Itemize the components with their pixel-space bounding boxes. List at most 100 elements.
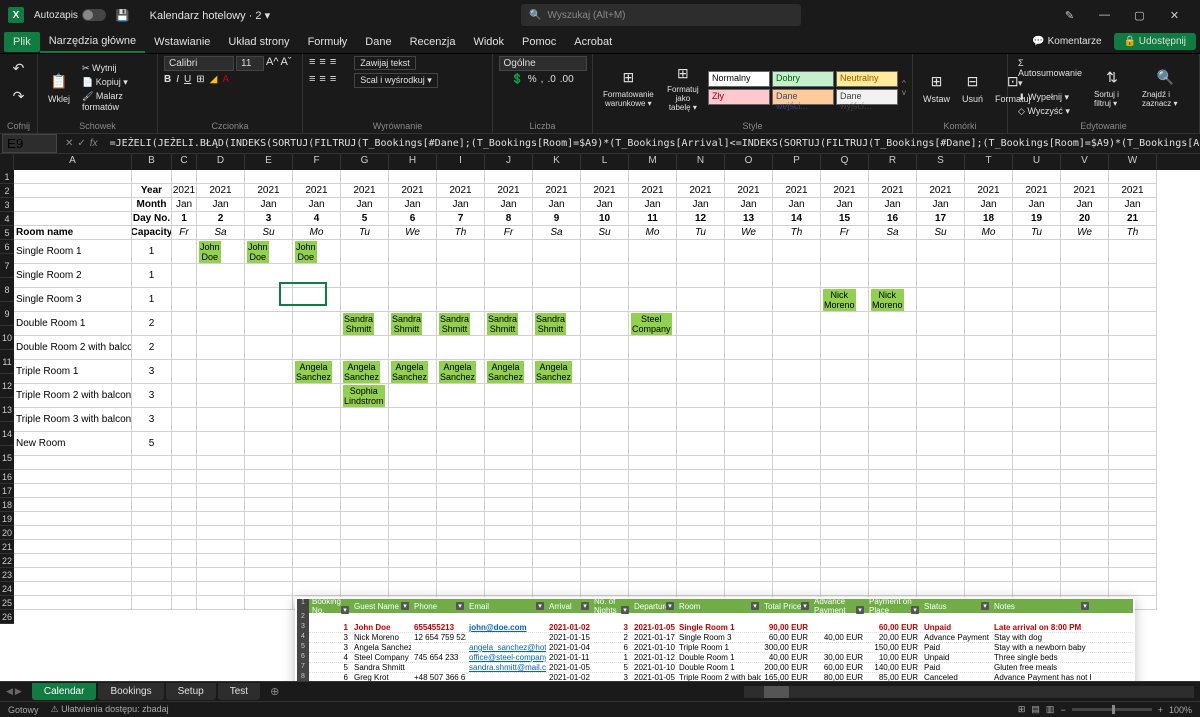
row-header[interactable]: 5 (0, 226, 14, 240)
maximize-button[interactable]: ▢ (1122, 0, 1157, 30)
cut-button[interactable]: ✂ Wytnij (78, 62, 151, 75)
undo-button[interactable]: ↶ (5, 56, 33, 80)
view-break-icon[interactable]: ▥ (1046, 704, 1055, 715)
table-row[interactable]: 4Steel Company745 654 233office@steel-co… (309, 653, 1133, 663)
column-header[interactable]: D (197, 154, 245, 170)
column-header[interactable]: L (581, 154, 629, 170)
font-size-select[interactable] (236, 56, 264, 71)
tab-prev-icon[interactable]: ◀ (6, 686, 13, 697)
sort-button[interactable]: ⇅Sortuj i filtruj ▾ (1090, 66, 1134, 110)
row-header[interactable]: 6 (0, 240, 14, 254)
table-row[interactable]: 1John Doe655455213john@doe.com2021-01-02… (309, 623, 1133, 633)
table-header[interactable]: Room (676, 602, 761, 611)
font-select[interactable] (164, 56, 234, 71)
delete-cells-button[interactable]: ⊟Usuń (958, 70, 987, 106)
row-header[interactable]: 21 (0, 540, 14, 554)
border-button[interactable]: ⊞ (196, 74, 204, 85)
comments-button[interactable]: 💬 Komentarze (1024, 33, 1109, 50)
underline-button[interactable]: U (184, 74, 191, 85)
row-header[interactable]: 25 (0, 596, 14, 610)
clear-button[interactable]: ◇ Wyczyść ▾ (1014, 105, 1086, 118)
booking-cell[interactable]: SandraShmitt (439, 313, 470, 335)
bold-button[interactable]: B (164, 74, 171, 85)
booking-cell[interactable]: AngelaSanchez (295, 361, 332, 383)
table-header[interactable]: Departure (631, 602, 676, 611)
booking-cell[interactable]: SandraShmitt (391, 313, 422, 335)
menu-review[interactable]: Recenzja (401, 32, 465, 52)
tab-test[interactable]: Test (218, 683, 260, 700)
booking-cell[interactable]: AngelaSanchez (487, 361, 524, 383)
column-header[interactable]: O (725, 154, 773, 170)
insert-cells-button[interactable]: ⊞Wstaw (919, 70, 954, 106)
find-button[interactable]: 🔍Znajdź i zaznacz ▾ (1138, 66, 1193, 110)
booking-cell[interactable]: SandraShmitt (535, 313, 566, 335)
doc-title[interactable]: Kalendarz hotelowy · 2 ▾ (150, 9, 270, 22)
row-header[interactable]: 19 (0, 512, 14, 526)
zoom-out-button[interactable]: − (1060, 705, 1065, 715)
table-header[interactable]: Payment on Place (866, 597, 921, 615)
add-sheet-button[interactable]: ⊕ (262, 685, 287, 698)
minimize-button[interactable]: — (1087, 0, 1122, 30)
number-format-select[interactable] (499, 56, 587, 71)
column-header[interactable]: B (132, 154, 172, 170)
menu-formulas[interactable]: Formuły (299, 32, 357, 52)
row-header[interactable]: 23 (0, 568, 14, 582)
merge-button[interactable]: Scal i wyśrodkuj ▾ (354, 73, 438, 88)
redo-button[interactable]: ↷ (5, 84, 33, 108)
column-header[interactable]: T (965, 154, 1013, 170)
booking-cell[interactable]: NickMoreno (823, 289, 856, 311)
zoom-in-button[interactable]: + (1158, 705, 1163, 715)
booking-cell[interactable]: NickMoreno (871, 289, 904, 311)
table-header[interactable]: Guest Name (351, 602, 411, 611)
column-header[interactable]: J (485, 154, 533, 170)
booking-cell[interactable]: AngelaSanchez (439, 361, 476, 383)
column-header[interactable]: R (869, 154, 917, 170)
column-header[interactable]: A (14, 154, 132, 170)
row-header[interactable]: 24 (0, 582, 14, 596)
view-page-icon[interactable]: ▤ (1031, 704, 1040, 715)
booking-cell[interactable]: AngelaSanchez (343, 361, 380, 383)
menu-file[interactable]: Plik (4, 32, 40, 52)
menu-layout[interactable]: Układ strony (219, 32, 298, 52)
spreadsheet-grid[interactable]: ABCDEFGHIJKLMNOPQRSTUVW 1234567891011121… (0, 154, 1200, 694)
fill-color-button[interactable]: ◢ (210, 74, 218, 85)
table-header[interactable]: Notes (991, 602, 1091, 611)
row-header[interactable]: 14 (0, 422, 14, 446)
booking-cell[interactable]: SophiaLindstrom (343, 385, 385, 407)
column-header[interactable]: U (1013, 154, 1061, 170)
horizontal-scrollbar[interactable] (744, 686, 1194, 698)
row-header[interactable]: 13 (0, 398, 14, 422)
font-shrink-icon[interactable]: Aˇ (281, 56, 292, 71)
view-normal-icon[interactable]: ⊞ (1018, 704, 1026, 715)
column-header[interactable]: F (293, 154, 341, 170)
status-accessibility[interactable]: ⚠ Ułatwienia dostępu: zbadaj (51, 704, 169, 715)
italic-button[interactable]: I (176, 74, 179, 85)
booking-cell[interactable]: SandraShmitt (343, 313, 374, 335)
tab-calendar[interactable]: Calendar (32, 683, 97, 700)
menu-data[interactable]: Dane (356, 32, 400, 52)
fill-button[interactable]: ⬇ Wypełnij ▾ (1014, 91, 1086, 104)
column-header[interactable]: W (1109, 154, 1157, 170)
formula-input[interactable]: =JEŻELI(JEŻELI.BŁĄD(INDEKS(SORTUJ(FILTRU… (104, 137, 1200, 150)
font-color-button[interactable]: A (222, 74, 229, 85)
menu-help[interactable]: Pomoc (513, 32, 565, 52)
booking-cell[interactable]: SandraShmitt (487, 313, 518, 335)
column-header[interactable]: C (172, 154, 197, 170)
booking-cell[interactable]: JohnDoe (199, 241, 221, 263)
autosum-button[interactable]: Σ Autosumowanie ▾ (1014, 57, 1086, 90)
table-header[interactable]: Total Price (761, 602, 811, 611)
column-header[interactable]: E (245, 154, 293, 170)
booking-cell[interactable]: JohnDoe (247, 241, 269, 263)
row-header[interactable]: 9 (0, 302, 14, 326)
table-row[interactable]: 5Sandra Shmittsandra.shmitt@mail.com2021… (309, 663, 1133, 673)
row-header[interactable]: 18 (0, 498, 14, 512)
menu-insert[interactable]: Wstawianie (145, 32, 219, 52)
format-painter-button[interactable]: 🖌 Malarz formatów (78, 90, 151, 113)
cancel-formula-icon[interactable]: ✕ (65, 138, 73, 149)
row-header[interactable]: 12 (0, 374, 14, 398)
booking-cell[interactable]: AngelaSanchez (535, 361, 572, 383)
column-header[interactable]: M (629, 154, 677, 170)
table-header[interactable]: Arrival (546, 602, 591, 611)
row-header[interactable]: 1 (0, 170, 14, 184)
row-header[interactable]: 3 (0, 198, 14, 212)
